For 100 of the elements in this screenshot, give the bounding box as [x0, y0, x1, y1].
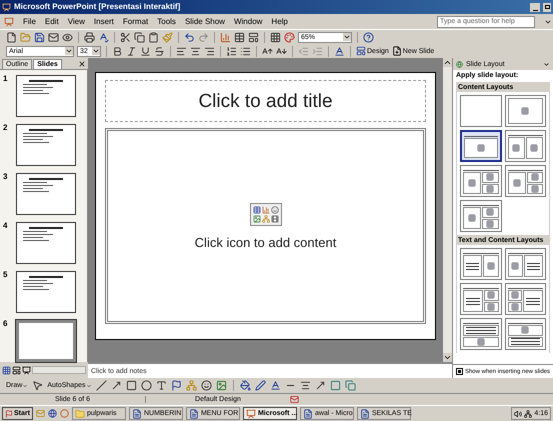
quick-launch-icon[interactable]	[48, 409, 57, 418]
content-prompt: Click icon to add content	[194, 236, 336, 249]
restore-button[interactable]	[543, 2, 551, 12]
bullets-icon[interactable]	[240, 46, 251, 56]
close-icon[interactable]	[78, 60, 86, 68]
slide-number: 3	[3, 173, 8, 181]
layout-thumbnail[interactable]	[460, 165, 502, 197]
content-icons-drawing[interactable]	[250, 203, 282, 226]
bold-icon[interactable]	[112, 46, 123, 56]
document-icon	[360, 408, 370, 418]
vertical-scrollbar[interactable]	[443, 58, 452, 362]
oval-icon[interactable]	[140, 380, 152, 391]
slide-thumbnail[interactable]	[16, 173, 76, 215]
slide-number: 1	[3, 75, 8, 83]
paste-icon[interactable]	[148, 32, 159, 42]
slide-thumbnail[interactable]	[16, 222, 76, 264]
save-icon[interactable]	[34, 32, 45, 42]
menu-item[interactable]: Slide Show	[184, 18, 225, 26]
slide-number: 2	[3, 124, 8, 132]
slide-thumbnail[interactable]	[16, 75, 76, 117]
layout-thumbnail[interactable]	[460, 248, 502, 280]
increase-font-icon[interactable]	[262, 46, 273, 56]
document-menu-icon[interactable]	[4, 16, 14, 26]
menu-item[interactable]: View	[68, 18, 85, 26]
network-icon[interactable]	[524, 410, 532, 418]
slide-number: 4	[3, 222, 8, 230]
layout-thumbnail[interactable]	[504, 165, 546, 197]
layout-thumbnail[interactable]	[504, 130, 546, 162]
document-icon	[188, 408, 199, 418]
slide-thumbnail[interactable]	[16, 124, 76, 166]
font-color-icon[interactable]	[334, 46, 345, 56]
dropdown-icon[interactable]	[543, 60, 550, 68]
copy-icon[interactable]	[134, 32, 145, 42]
slideshow-view-icon[interactable]	[22, 366, 31, 374]
dropdown-icon[interactable]	[65, 47, 73, 55]
decrease-font-icon[interactable]	[276, 46, 287, 56]
menu-item[interactable]: Help	[271, 18, 288, 26]
layout-thumbnail[interactable]	[460, 283, 502, 315]
quick-launch-icon[interactable]	[60, 409, 69, 418]
align-right-icon[interactable]	[204, 46, 215, 56]
undo-icon[interactable]	[184, 32, 195, 42]
layout-thumbnail[interactable]	[504, 95, 546, 127]
mail-icon[interactable]	[48, 32, 59, 42]
layout-thumbnail[interactable]	[460, 318, 502, 350]
menu-item[interactable]: Edit	[44, 18, 59, 26]
menu-item[interactable]: Format	[122, 18, 148, 26]
slide-thumbnail[interactable]	[16, 271, 76, 313]
spelling-icon[interactable]	[98, 32, 109, 42]
scroll-down-icon[interactable]	[443, 353, 452, 362]
scroll-up-icon[interactable]	[443, 58, 452, 67]
minimize-button[interactable]	[530, 2, 540, 12]
text-box-icon[interactable]	[156, 380, 166, 391]
rectangle-icon[interactable]	[126, 380, 136, 391]
help-icon[interactable]	[363, 32, 374, 42]
layout-thumbnail[interactable]	[504, 283, 546, 315]
cut-icon[interactable]	[120, 32, 131, 42]
align-center-icon[interactable]	[190, 46, 201, 56]
grid-icon[interactable]	[270, 32, 281, 42]
menu-item[interactable]: Tools	[157, 18, 176, 26]
content-placeholder[interactable]: Click icon to add content	[105, 128, 426, 324]
italic-icon[interactable]	[126, 46, 137, 56]
font-color-icon[interactable]	[270, 380, 280, 391]
picture-icon[interactable]	[216, 380, 226, 391]
underline-icon[interactable]	[140, 46, 151, 56]
title-placeholder[interactable]: Click to add title	[105, 80, 426, 122]
menu-item[interactable]: File	[23, 18, 36, 26]
dropdown-icon[interactable]	[343, 33, 351, 41]
menu-item[interactable]: Insert	[94, 18, 114, 26]
select-pointer-icon[interactable]	[32, 380, 44, 391]
menu-item[interactable]: Window	[234, 18, 262, 26]
presentation-icon	[246, 408, 256, 418]
numbering-icon[interactable]	[226, 46, 237, 56]
volume-icon[interactable]	[514, 410, 522, 418]
line-color-icon[interactable]	[254, 380, 266, 391]
print-icon[interactable]	[84, 32, 95, 42]
layout-thumbnail[interactable]	[504, 248, 546, 280]
slide-number: 6	[3, 320, 8, 328]
slide-number: 5	[3, 271, 8, 279]
slide-thumbnail[interactable]	[16, 320, 76, 362]
arrow-icon[interactable]	[110, 380, 122, 391]
dropdown-icon[interactable]	[92, 47, 100, 55]
title-prompt: Click to add title	[198, 92, 333, 110]
layout-thumbnail[interactable]	[460, 95, 502, 127]
preview-icon[interactable]	[62, 32, 73, 42]
line-icon[interactable]	[96, 380, 106, 391]
sorter-view-icon[interactable]	[12, 366, 21, 374]
arrow-style-icon[interactable]	[314, 380, 326, 391]
window-title: Microsoft PowerPoint [Presentasi Interaktif]	[14, 3, 180, 11]
checkbox[interactable]	[456, 368, 463, 375]
layout-thumbnail[interactable]	[460, 130, 502, 162]
new-icon[interactable]	[6, 32, 17, 42]
table-icon[interactable]	[234, 32, 245, 42]
fill-color-icon[interactable]	[240, 380, 250, 391]
new-slide-icon	[392, 46, 402, 56]
layout-thumbnail[interactable]	[460, 200, 502, 232]
color-icon[interactable]	[284, 32, 295, 42]
horizontal-scrollbar[interactable]	[32, 366, 86, 374]
align-left-icon[interactable]	[176, 46, 187, 56]
app-icon	[2, 2, 11, 12]
layout-thumbnail[interactable]	[504, 318, 546, 350]
